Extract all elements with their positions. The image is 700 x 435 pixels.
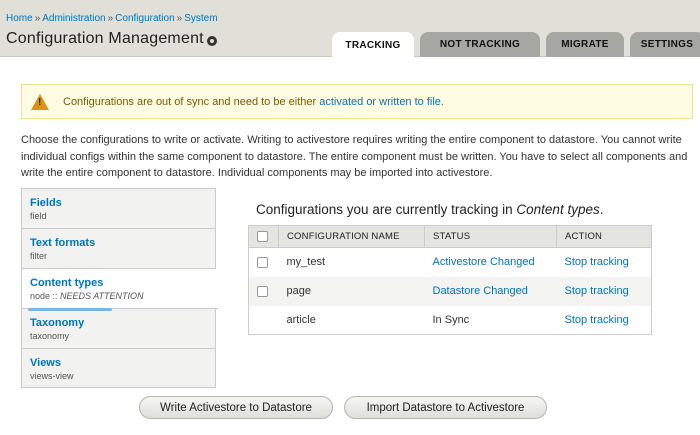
breadcrumb-separator: » [34, 13, 41, 24]
tab-migrate[interactable]: MIGRATE [546, 32, 624, 57]
write-activestore-button[interactable]: Write Activestore to Datastore [139, 396, 333, 419]
vtab-title: Fields [30, 197, 62, 209]
table-row: article In Sync Stop tracking [248, 305, 652, 335]
warning-link[interactable]: activated or written to file [319, 96, 441, 108]
row-check-cell [248, 276, 279, 306]
config-action: Stop tracking [556, 276, 652, 306]
vtab-text-formats[interactable]: Text formats filter [22, 229, 215, 269]
select-all-checkbox[interactable] [257, 230, 268, 242]
row-checkbox[interactable] [257, 256, 268, 268]
tab-not-tracking[interactable]: NOT TRACKING [420, 32, 540, 57]
warning-text-end: . [440, 95, 444, 108]
status-link[interactable]: Datastore Changed [433, 285, 528, 297]
intro-description: Choose the configurations to write or ac… [21, 134, 688, 179]
vtab-content-types[interactable]: Content types node :: NEEDS ATTENTION [22, 269, 218, 311]
select-all-cell [248, 225, 279, 248]
page-header: Home» Administration» Configuration» System… [0, 0, 700, 58]
breadcrumb-configuration[interactable]: Configuration [115, 13, 174, 24]
vtab-description: taxonomy [30, 331, 70, 341]
config-name: my_test [278, 247, 425, 277]
header-action: ACTION [556, 225, 652, 248]
vtab-fields[interactable]: Fields field [22, 189, 215, 229]
vtab-title: Views [30, 357, 61, 369]
vertical-tabs: Fields field Text formats filter Content… [21, 188, 218, 389]
table-row: my_test Activestore Changed Stop trackin… [248, 247, 652, 277]
header-status: STATUS [424, 225, 557, 248]
tab-settings[interactable]: SETTINGS [630, 32, 700, 57]
config-status: In Sync [424, 305, 557, 335]
gear-icon[interactable] [207, 36, 217, 46]
content-heading-end: . [599, 202, 604, 217]
vtab-description: node :: NEEDS ATTENTION [30, 291, 218, 301]
row-check-cell [248, 247, 279, 277]
warning-text-main: Configurations are out of sync and need … [63, 95, 317, 108]
breadcrumb-administration[interactable]: Administration [42, 13, 105, 24]
breadcrumb: Home» Administration» Configuration» System [6, 13, 218, 24]
table-row: page Datastore Changed Stop tracking [248, 276, 652, 306]
content-heading-text: Configurations you are currently trackin… [256, 202, 513, 217]
table-header-row: CONFIGURATION NAME STATUS ACTION [248, 225, 652, 248]
vtab-title: Text formats [30, 237, 96, 249]
vtab-taxonomy[interactable]: Taxonomy taxonomy [22, 309, 215, 349]
breadcrumb-separator: » [107, 13, 114, 24]
breadcrumb-system[interactable]: System [184, 13, 217, 24]
import-datastore-button[interactable]: Import Datastore to Activestore [344, 396, 547, 419]
config-name: article [278, 305, 425, 335]
stop-tracking-link[interactable]: Stop tracking [565, 314, 629, 326]
warning-message: Configurations are out of sync and need … [21, 84, 693, 119]
tab-tracking[interactable]: TRACKING [332, 32, 414, 58]
warning-text: Configurations are out of sync and need … [63, 96, 444, 108]
vtab-title: Taxonomy [30, 317, 85, 329]
vtab-status: NEEDS ATTENTION [60, 291, 144, 301]
config-action: Stop tracking [556, 305, 652, 335]
primary-tabs: TRACKING NOT TRACKING MIGRATE SETTINGS [332, 32, 700, 58]
breadcrumb-home[interactable]: Home [6, 13, 33, 24]
vtab-desc-prefix: node :: [30, 291, 61, 301]
config-action: Stop tracking [556, 247, 652, 277]
row-check-cell [248, 305, 279, 335]
content-heading: Configurations you are currently trackin… [256, 202, 603, 217]
vtab-title: Content types [30, 277, 104, 289]
vtab-views[interactable]: Views views-view [22, 349, 215, 389]
stop-tracking-link[interactable]: Stop tracking [565, 285, 629, 297]
vtab-description: field [30, 211, 47, 221]
config-table: CONFIGURATION NAME STATUS ACTION my_test… [248, 225, 652, 335]
config-name: page [278, 276, 425, 306]
warning-icon [31, 93, 49, 110]
header-configuration-name: CONFIGURATION NAME [278, 225, 425, 248]
row-checkbox[interactable] [257, 285, 268, 297]
status-link[interactable]: Activestore Changed [433, 256, 535, 268]
vtab-description: filter [30, 251, 48, 261]
breadcrumb-separator: » [176, 13, 183, 24]
config-status: Activestore Changed [424, 247, 557, 277]
content-heading-component: Content types [516, 202, 600, 217]
config-status: Datastore Changed [424, 276, 557, 306]
stop-tracking-link[interactable]: Stop tracking [565, 256, 629, 268]
page-title: Configuration Management [6, 30, 204, 47]
vtab-description: views-view [30, 371, 74, 381]
